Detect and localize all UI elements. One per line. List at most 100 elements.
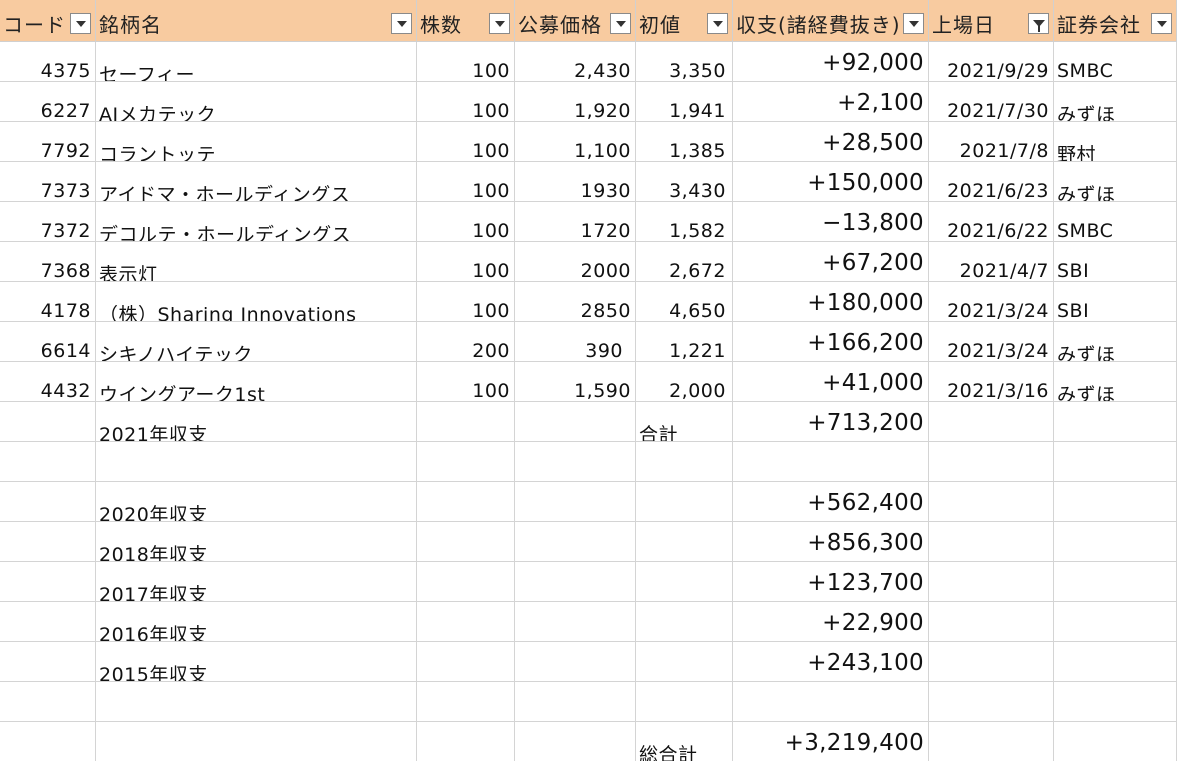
empty-cell[interactable] bbox=[0, 442, 96, 482]
summary-cell[interactable]: 合計 bbox=[636, 402, 733, 442]
cell-initial[interactable]: 2,672 bbox=[636, 242, 733, 282]
header-shares[interactable]: 株数 bbox=[417, 0, 515, 42]
yearly-cell[interactable]: 2016年収支 bbox=[96, 602, 417, 642]
cell-pnl[interactable]: +166,200 bbox=[733, 322, 929, 362]
header-broker[interactable]: 証券会社 bbox=[1054, 0, 1177, 42]
yearly-cell[interactable] bbox=[0, 482, 96, 522]
cell-code[interactable]: 6227 bbox=[0, 82, 96, 122]
yearly-cell[interactable] bbox=[417, 602, 515, 642]
summary-cell[interactable] bbox=[515, 402, 636, 442]
cell-shares[interactable]: 100 bbox=[417, 202, 515, 242]
cell-broker[interactable]: SBI bbox=[1054, 282, 1177, 322]
cell-date[interactable]: 2021/6/23 bbox=[929, 162, 1054, 202]
cell-name[interactable]: AIメカテック bbox=[96, 82, 417, 122]
yearly-cell[interactable] bbox=[417, 562, 515, 602]
grand-total-cell[interactable]: 総合計 bbox=[636, 722, 733, 761]
yearly-cell[interactable]: +22,900 bbox=[733, 602, 929, 642]
cell-initial[interactable]: 2,000 bbox=[636, 362, 733, 402]
empty-cell[interactable] bbox=[636, 442, 733, 482]
cell-date[interactable]: 2021/6/22 bbox=[929, 202, 1054, 242]
yearly-cell[interactable] bbox=[929, 602, 1054, 642]
yearly-cell[interactable] bbox=[417, 522, 515, 562]
yearly-cell[interactable]: +243,100 bbox=[733, 642, 929, 682]
yearly-cell[interactable] bbox=[636, 602, 733, 642]
header-date[interactable]: 上場日 bbox=[929, 0, 1054, 42]
yearly-cell[interactable] bbox=[1054, 482, 1177, 522]
yearly-cell[interactable]: 2020年収支 bbox=[96, 482, 417, 522]
yearly-cell[interactable] bbox=[1054, 562, 1177, 602]
yearly-cell[interactable] bbox=[0, 562, 96, 602]
header-initial[interactable]: 初値 bbox=[636, 0, 733, 42]
cell-name[interactable]: ウイングアーク1st bbox=[96, 362, 417, 402]
yearly-cell[interactable] bbox=[0, 522, 96, 562]
cell-shares[interactable]: 100 bbox=[417, 82, 515, 122]
grand-total-cell[interactable] bbox=[1054, 722, 1177, 761]
filter-button[interactable] bbox=[903, 13, 924, 34]
cell-shares[interactable]: 100 bbox=[417, 42, 515, 82]
grand-total-cell[interactable] bbox=[929, 722, 1054, 761]
cell-code[interactable]: 7792 bbox=[0, 122, 96, 162]
empty-cell[interactable] bbox=[417, 682, 515, 722]
header-offer[interactable]: 公募価格 bbox=[515, 0, 636, 42]
summary-cell[interactable]: 2021年収支 bbox=[96, 402, 417, 442]
cell-date[interactable]: 2021/3/24 bbox=[929, 322, 1054, 362]
yearly-cell[interactable]: +856,300 bbox=[733, 522, 929, 562]
header-name[interactable]: 銘柄名 bbox=[96, 0, 417, 42]
yearly-cell[interactable] bbox=[929, 522, 1054, 562]
cell-code[interactable]: 6614 bbox=[0, 322, 96, 362]
cell-offer[interactable]: 1720 bbox=[515, 202, 636, 242]
yearly-cell[interactable] bbox=[0, 642, 96, 682]
filter-button[interactable] bbox=[1151, 13, 1172, 34]
cell-pnl[interactable]: +180,000 bbox=[733, 282, 929, 322]
yearly-cell[interactable]: +123,700 bbox=[733, 562, 929, 602]
summary-cell[interactable] bbox=[929, 402, 1054, 442]
empty-cell[interactable] bbox=[929, 442, 1054, 482]
cell-name[interactable]: デコルテ・ホールディングス bbox=[96, 202, 417, 242]
cell-shares[interactable]: 100 bbox=[417, 282, 515, 322]
cell-date[interactable]: 2021/7/8 bbox=[929, 122, 1054, 162]
cell-code[interactable]: 4178 bbox=[0, 282, 96, 322]
yearly-cell[interactable] bbox=[636, 522, 733, 562]
cell-date[interactable]: 2021/3/24 bbox=[929, 282, 1054, 322]
cell-broker[interactable]: みずほ bbox=[1054, 162, 1177, 202]
empty-cell[interactable] bbox=[515, 442, 636, 482]
cell-date[interactable]: 2021/9/29 bbox=[929, 42, 1054, 82]
yearly-cell[interactable] bbox=[929, 482, 1054, 522]
yearly-cell[interactable] bbox=[515, 522, 636, 562]
yearly-cell[interactable] bbox=[417, 642, 515, 682]
empty-cell[interactable] bbox=[733, 442, 929, 482]
cell-offer[interactable]: 1930 bbox=[515, 162, 636, 202]
empty-cell[interactable] bbox=[417, 442, 515, 482]
yearly-cell[interactable] bbox=[929, 562, 1054, 602]
cell-offer[interactable]: 2,430 bbox=[515, 42, 636, 82]
cell-code[interactable]: 4375 bbox=[0, 42, 96, 82]
yearly-cell[interactable] bbox=[1054, 602, 1177, 642]
yearly-cell[interactable] bbox=[636, 482, 733, 522]
cell-date[interactable]: 2021/4/7 bbox=[929, 242, 1054, 282]
filter-button[interactable] bbox=[70, 13, 91, 34]
grand-total-cell[interactable] bbox=[515, 722, 636, 761]
cell-code[interactable]: 7372 bbox=[0, 202, 96, 242]
yearly-cell[interactable] bbox=[1054, 642, 1177, 682]
cell-code[interactable]: 7373 bbox=[0, 162, 96, 202]
cell-shares[interactable]: 100 bbox=[417, 122, 515, 162]
cell-pnl[interactable]: +2,100 bbox=[733, 82, 929, 122]
yearly-cell[interactable] bbox=[417, 482, 515, 522]
cell-offer[interactable]: 1,590 bbox=[515, 362, 636, 402]
header-pnl[interactable]: 収支(諸経費抜き) bbox=[733, 0, 929, 42]
yearly-cell[interactable]: 2017年収支 bbox=[96, 562, 417, 602]
cell-broker[interactable]: みずほ bbox=[1054, 82, 1177, 122]
cell-pnl[interactable]: +150,000 bbox=[733, 162, 929, 202]
cell-shares[interactable]: 100 bbox=[417, 162, 515, 202]
cell-broker[interactable]: SBI bbox=[1054, 242, 1177, 282]
cell-offer[interactable]: 2000 bbox=[515, 242, 636, 282]
empty-cell[interactable] bbox=[1054, 442, 1177, 482]
spreadsheet[interactable]: コード 銘柄名 株数 公募価格 初値 収支(諸経費抜き) 上場日 証券会社 4375 セーフィー 1… bbox=[0, 0, 1177, 761]
grand-total-cell[interactable]: +3,219,400 bbox=[733, 722, 929, 761]
summary-cell[interactable] bbox=[1054, 402, 1177, 442]
filter-button[interactable] bbox=[1028, 13, 1049, 34]
grand-total-cell[interactable] bbox=[417, 722, 515, 761]
cell-date[interactable]: 2021/7/30 bbox=[929, 82, 1054, 122]
cell-offer[interactable]: 1,920 bbox=[515, 82, 636, 122]
cell-code[interactable]: 7368 bbox=[0, 242, 96, 282]
